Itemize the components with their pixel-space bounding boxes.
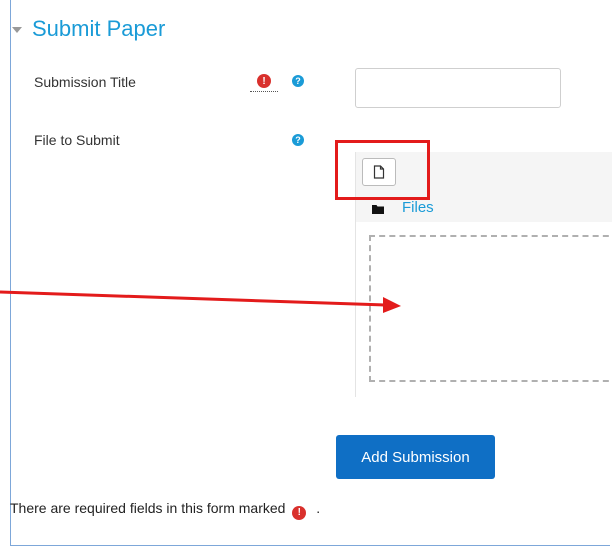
required-note-period: . — [316, 500, 321, 516]
annotation-arrow — [0, 290, 401, 313]
add-submission-button[interactable]: Add Submission — [336, 435, 495, 479]
required-fields-note: There are required fields in this form m… — [10, 500, 320, 520]
required-note-text: There are required fields in this form m… — [10, 500, 286, 516]
required-icon: ! — [292, 505, 307, 520]
